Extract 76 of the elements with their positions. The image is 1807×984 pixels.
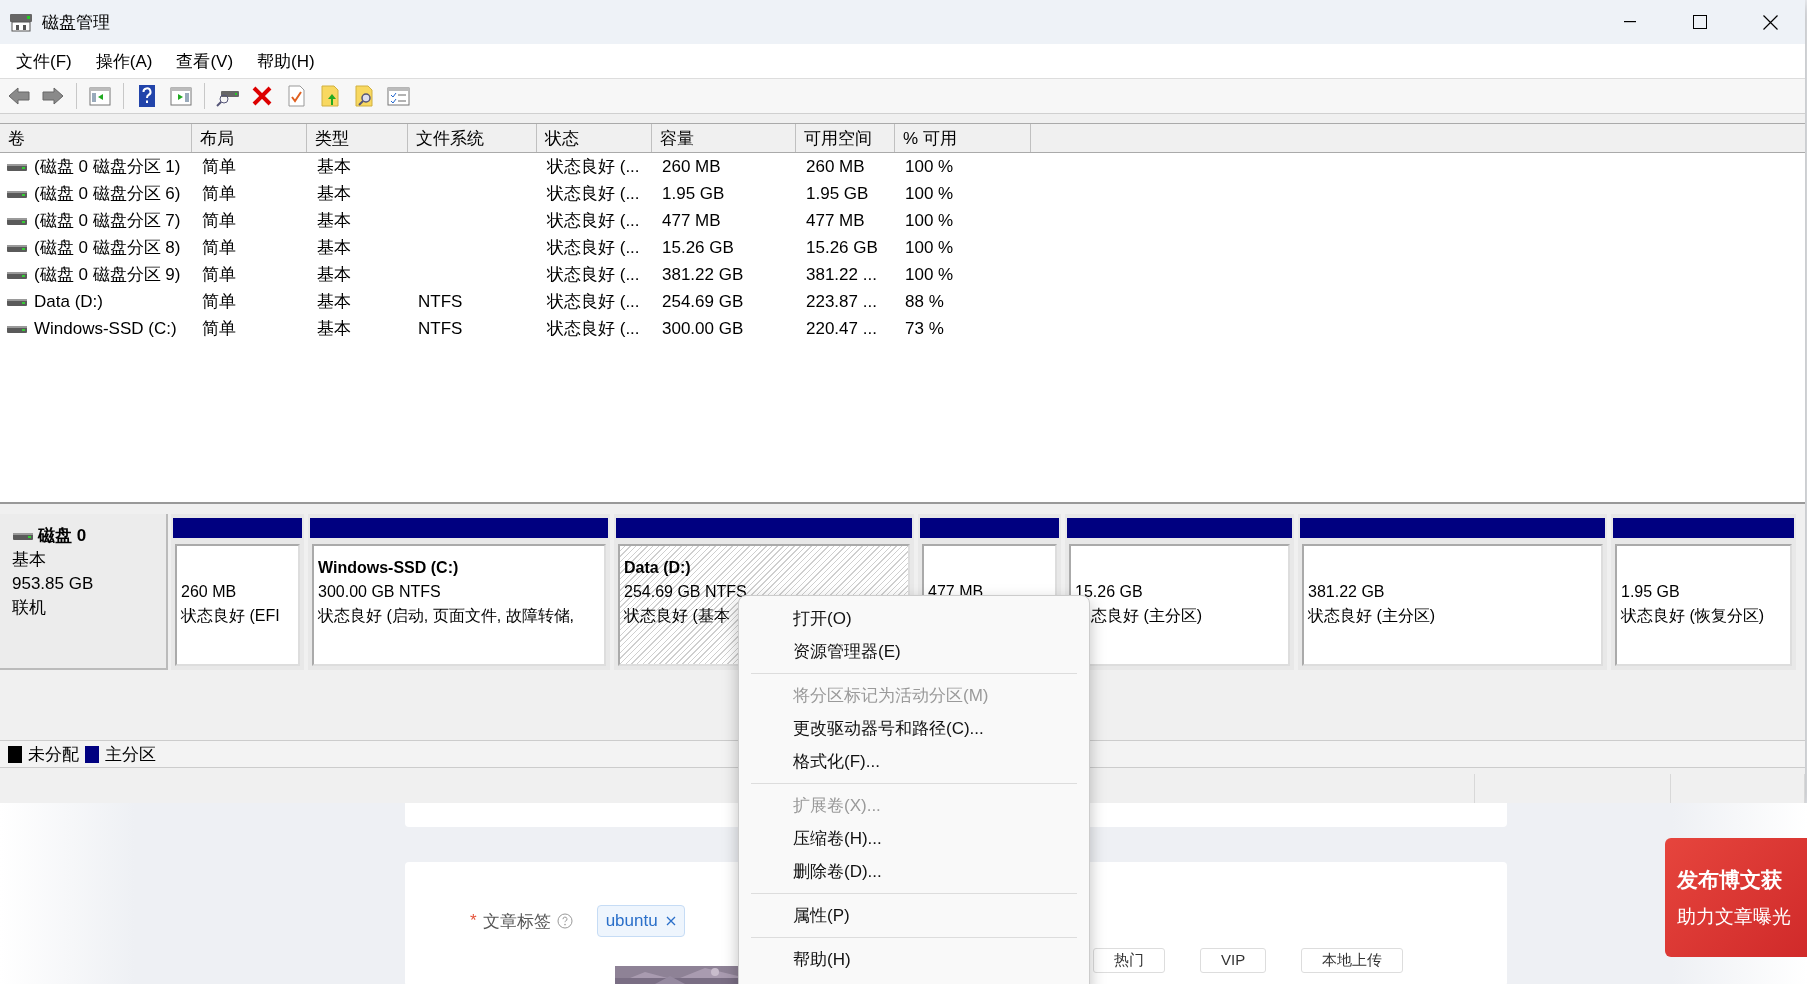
partition-size: 254.69 GB NTFS bbox=[624, 582, 747, 602]
partition-size: 381.22 GB bbox=[1308, 582, 1385, 602]
partition-size: 1.95 GB bbox=[1621, 582, 1680, 602]
table-cell-text: 381.22 GB bbox=[661, 264, 745, 285]
table-cell-text: NTFS bbox=[417, 291, 464, 312]
table-cell-text: 100 % bbox=[904, 210, 955, 231]
table-cell-text: 223.87 ... bbox=[805, 291, 878, 312]
table-cell-text: 381.22 ... bbox=[805, 264, 878, 285]
table-cell-text: 477 MB bbox=[661, 210, 722, 231]
banner-subtitle: 助力文章曝光 bbox=[1677, 904, 1792, 929]
table-cell-text: 300.00 GB bbox=[661, 318, 745, 339]
partition-size: 300.00 GB NTFS bbox=[318, 582, 441, 602]
table-cell: Windows-SSD (C:) bbox=[34, 318, 177, 339]
table-cell-text: 260 MB bbox=[805, 156, 866, 177]
table-cell-text: 254.69 GB bbox=[661, 291, 745, 312]
partition-status: 状态良好 (恢复分区) bbox=[1621, 606, 1765, 626]
disk-detail: 联机 bbox=[12, 597, 47, 619]
table-cell-text: 基本 bbox=[316, 291, 352, 313]
table-cell-text: 基本 bbox=[316, 156, 352, 178]
table-cell-text: 15.26 GB bbox=[661, 237, 735, 258]
table-cell-text: 88 % bbox=[904, 291, 945, 312]
table-cell-text: 基本 bbox=[316, 264, 352, 286]
table-cell-text: 220.47 ... bbox=[805, 318, 878, 339]
table-cell-text: 简单 bbox=[201, 156, 237, 178]
banner-title: 发布博文获 bbox=[1677, 866, 1783, 893]
table-cell-text: 简单 bbox=[201, 183, 237, 205]
table-cell-text: 基本 bbox=[316, 237, 352, 259]
disk-detail: 953.85 GB bbox=[12, 573, 95, 595]
table-cell-text: 1.95 GB bbox=[661, 183, 726, 204]
partition-size: 260 MB bbox=[181, 582, 237, 602]
legend-label: 未分配 bbox=[28, 743, 79, 766]
table-cell: Data (D:) bbox=[34, 291, 103, 312]
table-cell-text: 状态良好 (... bbox=[546, 183, 641, 205]
table-cell-text: 简单 bbox=[201, 210, 237, 232]
window-title: 磁盘管理 bbox=[42, 11, 111, 34]
disk-detail: 基本 bbox=[12, 549, 47, 571]
table-cell-text: 15.26 GB bbox=[805, 237, 879, 258]
table-cell-text: 基本 bbox=[316, 210, 352, 232]
partition-status: 状态良好 (基本 bbox=[624, 606, 730, 626]
table-cell-text: 100 % bbox=[904, 183, 955, 204]
partition-status: 状态良好 (主分区) bbox=[1308, 606, 1436, 626]
table-cell-text: 100 % bbox=[904, 156, 955, 177]
legend-label: 主分区 bbox=[105, 743, 156, 766]
partition-title: Windows-SSD (C:) bbox=[318, 558, 459, 578]
table-cell-text: 状态良好 (... bbox=[546, 291, 641, 313]
table-cell-text: 状态良好 (... bbox=[546, 318, 641, 340]
table-cell-text: 简单 bbox=[201, 291, 237, 313]
table-cell-text: 状态良好 (... bbox=[546, 210, 641, 232]
table-cell-text: 简单 bbox=[201, 264, 237, 286]
table-cell-text: (磁盘 0 磁盘分区 1) bbox=[34, 156, 181, 178]
tag-label: ubuntu bbox=[605, 911, 658, 931]
table-cell-text: 73 % bbox=[904, 318, 945, 339]
table-cell-text: 状态良好 (... bbox=[546, 264, 641, 286]
table-cell-text: 简单 bbox=[201, 237, 237, 259]
table-cell-text: 100 % bbox=[904, 264, 955, 285]
table-cell-text: (磁盘 0 磁盘分区 6) bbox=[34, 183, 181, 205]
table-cell-text: 简单 bbox=[201, 318, 237, 340]
table-cell-text: 477 MB bbox=[805, 210, 866, 231]
table-cell-text: 260 MB bbox=[661, 156, 722, 177]
table-cell-text: NTFS bbox=[417, 318, 464, 339]
table-cell-text: 基本 bbox=[316, 318, 352, 340]
required-mark: * bbox=[470, 911, 477, 931]
partition-status: 态良好 (主分区) bbox=[1091, 606, 1203, 626]
partition-title: Data (D:) bbox=[624, 558, 691, 578]
table-cell-text: 状态良好 (... bbox=[546, 237, 641, 259]
table-cell-text: 基本 bbox=[316, 183, 352, 205]
disk-name: 磁盘 0 bbox=[38, 525, 87, 547]
table-cell-text: 1.95 GB bbox=[805, 183, 870, 204]
table-cell-text: (磁盘 0 磁盘分区 7) bbox=[34, 210, 181, 232]
field-label: 文章标签 bbox=[482, 910, 551, 933]
table-cell-text: 100 % bbox=[904, 237, 955, 258]
partition-status: 状态良好 (启动, 页面文件, 故障转储, bbox=[318, 606, 574, 626]
table-cell-text: (磁盘 0 磁盘分区 9) bbox=[34, 264, 181, 286]
table-cell-text: (磁盘 0 磁盘分区 8) bbox=[34, 237, 181, 259]
table-cell-text: 状态良好 (... bbox=[546, 156, 641, 178]
partition-status: 状态良好 (EFI bbox=[181, 606, 280, 626]
